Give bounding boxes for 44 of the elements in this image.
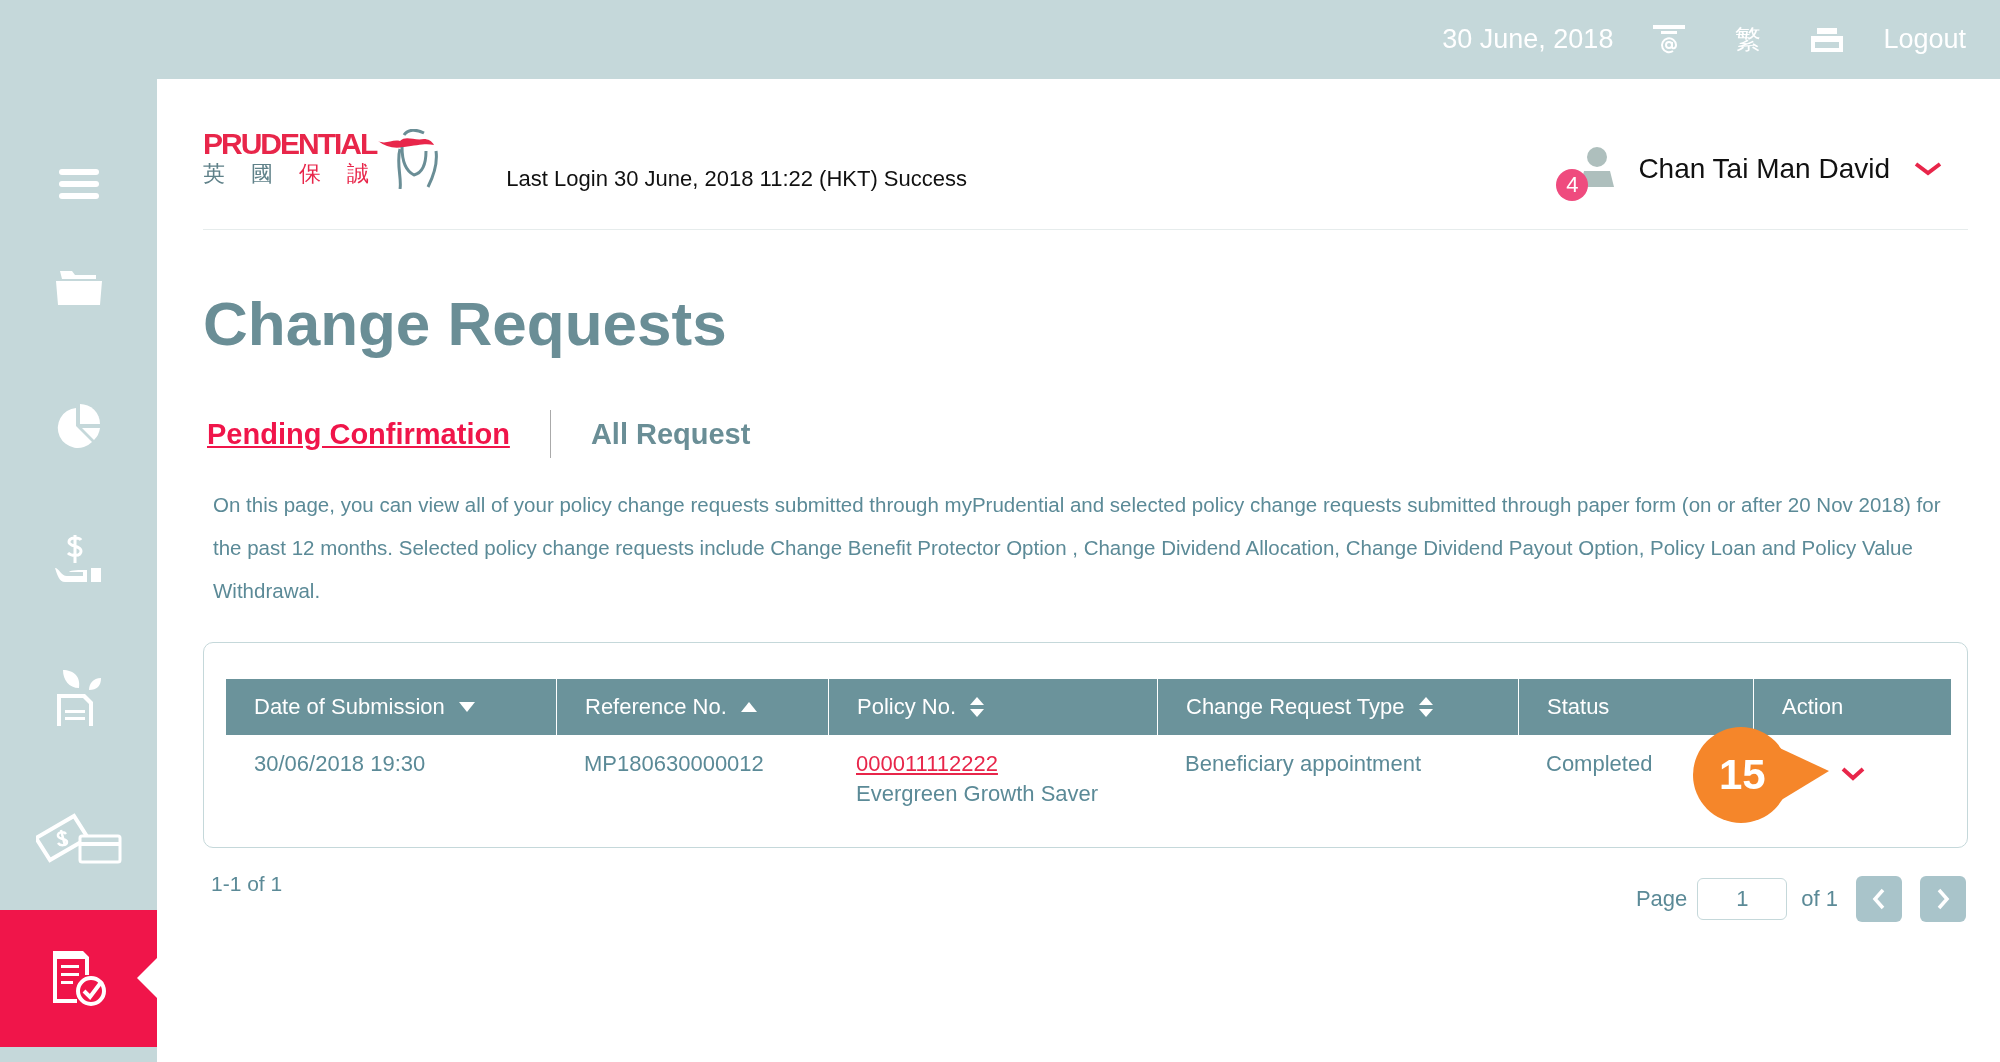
next-page-button[interactable] [1920, 876, 1966, 922]
logo-character: 誠 [347, 160, 369, 188]
user-name-link[interactable]: Chan Tai Man David [1638, 153, 1890, 185]
policy-name: Evergreen Growth Saver [856, 781, 1100, 807]
document-check-icon [50, 950, 107, 1007]
callout-number: 15 [1719, 753, 1766, 797]
description-text: On this page, you can view all of your policy change requests submitted through myPrudential and selected policy change requests submitted through paper form (on or after 20 Nov 2018) for the past 12 months. Selected policy change requests include Change Benefit Protector Option , Change Dividend Allocation, Change Dividend Payout Option, Policy Loan and Policy Value Withdrawal. [213, 492, 1942, 604]
range-text: 1-1 of 1 [211, 872, 283, 897]
page-title: Change Requests [203, 288, 728, 359]
page-label: Page [1635, 886, 1688, 912]
table-cell-text: Beneficiary appointment [1185, 751, 1422, 778]
pie-chart-icon [55, 401, 102, 448]
column-header[interactable]: Date of Submission [226, 679, 556, 735]
logo-character: 國 [251, 160, 273, 188]
folder-icon [55, 270, 102, 305]
table-cell-text: Completed [1546, 751, 1653, 778]
document-leaf-icon [54, 669, 103, 728]
sidebar-item[interactable] [0, 910, 157, 1047]
tab[interactable]: All Request [586, 417, 755, 451]
notification-badge: 4 [1556, 169, 1589, 201]
previous-page-button[interactable] [1856, 876, 1902, 922]
policy-number-link[interactable]: 000011112222 [856, 751, 1157, 777]
chevron-down-icon [1914, 162, 1942, 176]
logo-character: 英 [203, 160, 225, 188]
column-header[interactable]: Status [1518, 679, 1753, 735]
table-cell-text: MP180630000012 [584, 751, 764, 778]
date-text: 30 June, 2018 [1442, 24, 1614, 55]
page-total: of 1 [1801, 886, 1838, 912]
logo-character: 保 [299, 160, 321, 188]
column-header[interactable]: Reference No. [556, 679, 828, 735]
expand-icon[interactable] [1841, 767, 1865, 781]
menu-icon [58, 169, 99, 199]
last-login-text: Last Login 30 June, 2018 11:22 (HKT) Success [506, 166, 967, 192]
logo-wordmark: PRUDENTIAL [203, 129, 377, 159]
chevron-left-icon [1872, 888, 1886, 910]
print-icon[interactable] [1811, 27, 1844, 52]
page-input[interactable]: 1 [1697, 878, 1788, 920]
table-cell-text: 30/06/2018 19:30 [254, 751, 426, 778]
chevron-right-icon [1936, 888, 1950, 910]
tab[interactable]: Pending Confirmation [203, 417, 514, 451]
email-icon[interactable] [1653, 24, 1686, 55]
column-header[interactable]: Policy No. [828, 679, 1157, 735]
column-header[interactable]: Change Request Type [1157, 679, 1518, 735]
column-header[interactable]: Action [1753, 679, 1951, 735]
